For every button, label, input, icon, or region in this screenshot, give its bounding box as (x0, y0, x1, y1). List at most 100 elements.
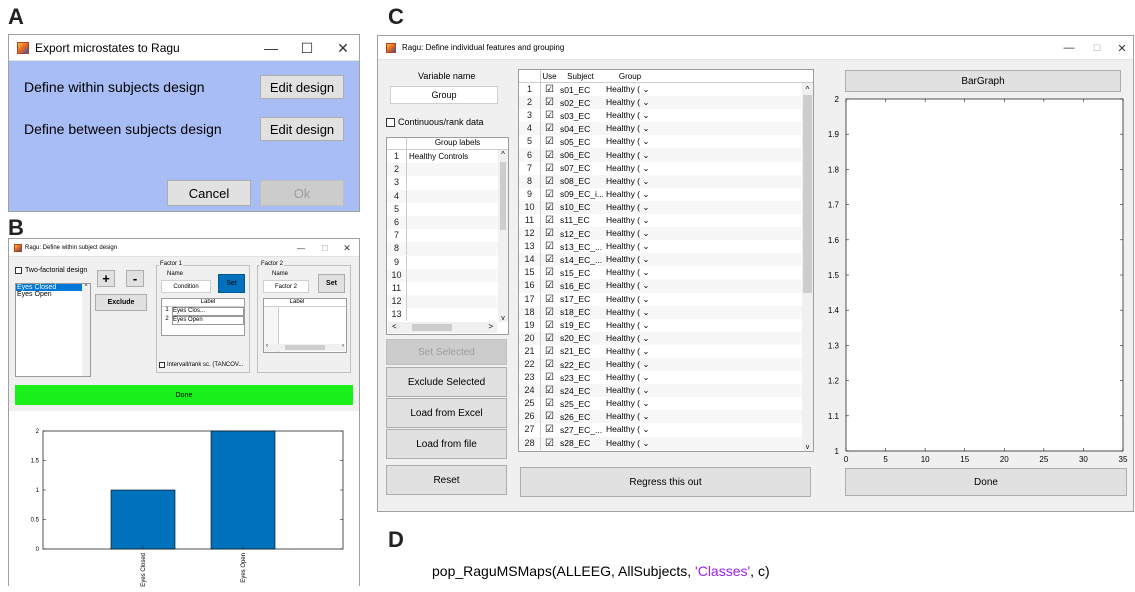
factor2-set-button[interactable]: Set (318, 274, 345, 293)
subject-row[interactable]: 18 ☑ s18_EC Healthy ( ⌄ (519, 305, 813, 319)
use-checkbox[interactable]: ☑ (541, 307, 558, 318)
subject-row[interactable]: 1 ☑ s01_EC Healthy ( ⌄ (519, 83, 813, 97)
subject-row[interactable]: 27 ☑ s27_EC_... Healthy ( ⌄ (519, 423, 813, 437)
subject-row[interactable]: 25 ☑ s25_EC Healthy ( ⌄ (519, 397, 813, 411)
subject-row[interactable]: 15 ☑ s15_EC Healthy ( ⌄ (519, 266, 813, 280)
use-checkbox[interactable]: ☑ (541, 228, 558, 239)
subject-row[interactable]: 17 ☑ s17_EC Healthy ( ⌄ (519, 292, 813, 306)
subject-row[interactable]: 9 ☑ s09_EC_i... Healthy ( ⌄ (519, 187, 813, 201)
group-dropdown[interactable]: Healthy ( ⌄ (603, 359, 657, 370)
group-label-row[interactable]: 12 (387, 295, 508, 309)
factor2-name-input[interactable]: Factor 2 (263, 280, 309, 293)
group-dropdown[interactable]: Healthy ( ⌄ (603, 228, 657, 239)
group-label-row[interactable]: 13 (387, 308, 508, 322)
exclude-button[interactable]: Exclude (95, 294, 147, 311)
bargraph-button[interactable]: BarGraph (845, 70, 1121, 92)
group-dropdown[interactable]: Healthy ( ⌄ (603, 163, 657, 174)
group-dropdown[interactable]: Healthy ( ⌄ (603, 84, 657, 95)
factor1-set-button[interactable]: Set (218, 274, 245, 293)
group-dropdown[interactable]: Healthy ( ⌄ (603, 307, 657, 318)
edit-between-button[interactable]: Edit design (260, 117, 344, 141)
subject-row[interactable]: 19 ☑ s19_EC Healthy ( ⌄ (519, 318, 813, 332)
load-excel-button[interactable]: Load from Excel (386, 398, 507, 428)
group-label-row[interactable]: 1 Healthy Controls (387, 150, 508, 164)
ok-button[interactable]: Ok (260, 180, 344, 206)
use-checkbox[interactable]: ☑ (541, 267, 558, 278)
level-item-eyes-open[interactable]: Eyes Open (16, 291, 90, 298)
use-checkbox[interactable]: ☑ (541, 280, 558, 291)
table-row[interactable]: 1 Eyes Clos... (162, 307, 244, 316)
use-checkbox[interactable]: ☑ (541, 202, 558, 213)
group-dropdown[interactable]: Healthy ( ⌄ (603, 123, 657, 134)
group-label-row[interactable]: 10 (387, 268, 508, 282)
subject-row[interactable]: 10 ☑ s10_EC Healthy ( ⌄ (519, 200, 813, 214)
minimize-button[interactable]: — (1058, 36, 1080, 60)
use-checkbox[interactable]: ☑ (541, 385, 558, 396)
group-dropdown[interactable]: Healthy ( ⌄ (603, 280, 657, 291)
group-dropdown[interactable]: Healthy ( ⌄ (603, 215, 657, 226)
group-label-row[interactable]: 5 (387, 202, 508, 216)
group-dropdown[interactable]: Healthy ( ⌄ (603, 136, 657, 147)
subject-row[interactable]: 7 ☑ s07_EC Healthy ( ⌄ (519, 161, 813, 175)
group-label-row[interactable]: 3 (387, 176, 508, 190)
table-row[interactable]: 2 Eyes Open (162, 316, 244, 325)
group-dropdown[interactable]: Healthy ( ⌄ (603, 176, 657, 187)
minimize-button[interactable]: — (253, 35, 289, 61)
edit-within-button[interactable]: Edit design (260, 75, 344, 99)
group-dropdown[interactable]: Healthy ( ⌄ (603, 346, 657, 357)
group-dropdown[interactable]: Healthy ( ⌄ (603, 150, 657, 161)
subject-row[interactable]: 20 ☑ s20_EC Healthy ( ⌄ (519, 331, 813, 345)
listbox-scrollbar[interactable]: ^ (82, 284, 90, 376)
close-button[interactable]: ✕ (1111, 36, 1133, 60)
group-label-row[interactable]: 11 (387, 281, 508, 295)
use-checkbox[interactable]: ☑ (541, 411, 558, 422)
factor1-table[interactable]: Label 1 Eyes Clos... 2 Eyes Open (161, 298, 245, 336)
level-item-eyes-closed[interactable]: Eyes Closed (16, 284, 90, 291)
exclude-selected-button[interactable]: Exclude Selected (386, 367, 507, 397)
maximize-button[interactable]: ☐ (289, 35, 325, 61)
subject-row[interactable]: 6 ☑ s06_EC Healthy ( ⌄ (519, 148, 813, 162)
close-button[interactable]: ✕ (337, 239, 357, 257)
add-level-button[interactable]: + (97, 270, 115, 287)
subject-row[interactable]: 14 ☑ s14_EC_... Healthy ( ⌄ (519, 253, 813, 267)
group-dropdown[interactable]: Healthy ( ⌄ (603, 333, 657, 344)
done-button[interactable]: Done (845, 468, 1127, 496)
group-dropdown[interactable]: Healthy ( ⌄ (603, 438, 657, 449)
use-checkbox[interactable]: ☑ (541, 359, 558, 370)
group-dropdown[interactable]: Healthy ( ⌄ (603, 254, 657, 265)
group-dropdown[interactable]: Healthy ( ⌄ (603, 372, 657, 383)
use-checkbox[interactable]: ☑ (541, 84, 558, 95)
factor2-table[interactable]: Label ‹ › (263, 298, 347, 353)
load-file-button[interactable]: Load from file (386, 429, 507, 459)
use-checkbox[interactable]: ☑ (541, 254, 558, 265)
use-checkbox[interactable]: ☑ (541, 97, 558, 108)
use-checkbox[interactable]: ☑ (541, 215, 558, 226)
use-checkbox[interactable]: ☑ (541, 346, 558, 357)
group-labels-hscroll[interactable]: < > (388, 322, 497, 333)
group-label-row[interactable]: 2 (387, 163, 508, 177)
cancel-button[interactable]: Cancel (167, 180, 251, 206)
use-checkbox[interactable]: ☑ (541, 176, 558, 187)
use-checkbox[interactable]: ☑ (541, 294, 558, 305)
subject-row[interactable]: 5 ☑ s05_EC Healthy ( ⌄ (519, 135, 813, 149)
subject-row[interactable]: 21 ☑ s21_EC Healthy ( ⌄ (519, 344, 813, 358)
use-checkbox[interactable]: ☑ (541, 438, 558, 449)
subject-row[interactable]: 4 ☑ s04_EC Healthy ( ⌄ (519, 122, 813, 136)
use-checkbox[interactable]: ☑ (541, 150, 558, 161)
use-checkbox[interactable]: ☑ (541, 123, 558, 134)
subject-row[interactable]: 23 ☑ s23_EC Healthy ( ⌄ (519, 371, 813, 385)
subject-row[interactable]: 24 ☑ s24_EC Healthy ( ⌄ (519, 384, 813, 398)
group-label-row[interactable]: 9 (387, 255, 508, 269)
group-label-row[interactable]: 8 (387, 242, 508, 256)
subject-row[interactable]: 26 ☑ s26_EC Healthy ( ⌄ (519, 410, 813, 424)
subject-row[interactable]: 3 ☑ s03_EC Healthy ( ⌄ (519, 109, 813, 123)
set-selected-button[interactable]: Set Selected (386, 339, 507, 365)
done-button[interactable]: Done (15, 385, 353, 405)
group-dropdown[interactable]: Healthy ( ⌄ (603, 97, 657, 108)
group-dropdown[interactable]: Healthy ( ⌄ (603, 398, 657, 409)
two-factorial-checkbox[interactable]: Two-factorial design (15, 267, 87, 274)
group-dropdown[interactable]: Healthy ( ⌄ (603, 267, 657, 278)
maximize-button[interactable]: ☐ (1086, 36, 1108, 60)
regress-button[interactable]: Regress this out (520, 467, 811, 497)
variable-name-input[interactable]: Group (390, 86, 498, 104)
